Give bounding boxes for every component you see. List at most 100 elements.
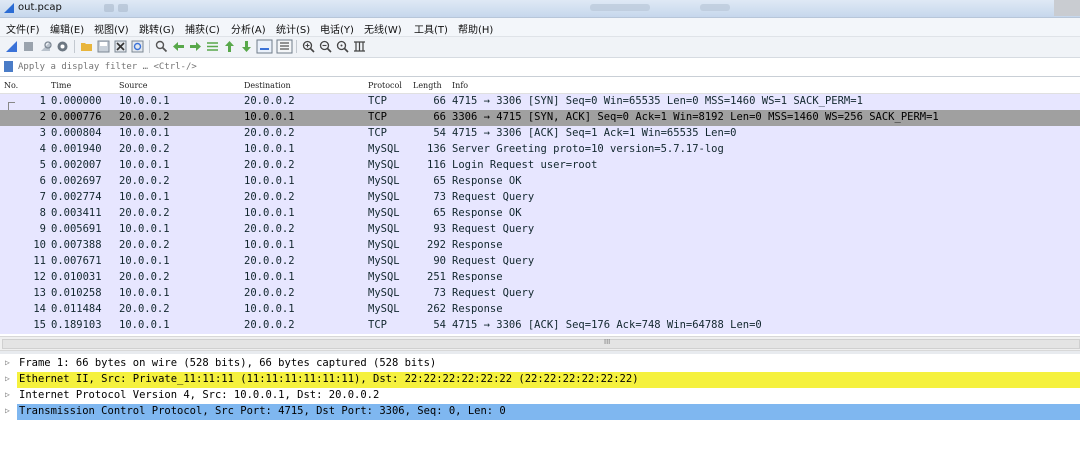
options-icon[interactable] [55, 39, 70, 54]
packet-time: 0.001940 [51, 143, 102, 155]
menu-analyze[interactable]: 分析(A) [231, 21, 266, 36]
packet-source: 10.0.0.1 [119, 255, 170, 267]
expand-arrow-icon[interactable]: ▷ [5, 358, 10, 367]
display-filter-input[interactable] [16, 58, 1080, 75]
packet-info: Response [452, 303, 503, 315]
column-header-destination[interactable]: Destination [244, 81, 291, 90]
column-header-protocol[interactable]: Protocol [368, 81, 402, 90]
detail-row-ipv4[interactable]: ▷ Internet Protocol Version 4, Src: 10.0… [0, 388, 1080, 404]
toolbar-separator [296, 40, 297, 53]
back-icon[interactable] [171, 39, 186, 54]
forward-icon[interactable] [188, 39, 203, 54]
detail-row-ethernet[interactable]: ▷ Ethernet II, Src: Private_11:11:11 (11… [0, 372, 1080, 388]
menu-statistics[interactable]: 统计(S) [276, 21, 310, 36]
packet-destination: 20.0.0.2 [244, 223, 295, 235]
first-icon[interactable] [222, 39, 237, 54]
close-file-icon[interactable] [113, 39, 128, 54]
packet-row[interactable]: 10 0.007388 20.0.0.2 10.0.0.1 MySQL 292 … [0, 238, 1080, 254]
expand-arrow-icon[interactable]: ▷ [5, 406, 10, 415]
goto-icon[interactable] [205, 39, 220, 54]
packet-row[interactable]: 1 0.000000 10.0.0.1 20.0.0.2 TCP 66 4715… [0, 94, 1080, 111]
packet-row[interactable]: 15 0.189103 10.0.0.1 20.0.0.2 TCP 54 471… [0, 318, 1080, 334]
close-window-button[interactable] [1054, 0, 1080, 16]
packet-row[interactable]: 7 0.002774 10.0.0.1 20.0.0.2 MySQL 73 Re… [0, 190, 1080, 206]
quick-access-icon [118, 4, 128, 12]
packet-info: 4715 → 3306 [ACK] Seq=1 Ack=1 Win=65535 … [452, 127, 737, 139]
packet-details-pane: ▷ Frame 1: 66 bytes on wire (528 bits), … [0, 355, 1080, 469]
packet-destination: 10.0.0.1 [244, 143, 295, 155]
packet-protocol: MySQL [368, 143, 400, 155]
bookmark-icon[interactable] [4, 61, 13, 72]
packet-no: 3 [39, 127, 46, 139]
menu-wireless[interactable]: 无线(W) [364, 21, 402, 36]
packet-destination: 10.0.0.1 [244, 111, 295, 123]
expand-arrow-icon[interactable]: ▷ [5, 374, 10, 383]
expand-arrow-icon[interactable]: ▷ [5, 390, 10, 399]
packet-source: 20.0.0.2 [119, 207, 170, 219]
menu-tools[interactable]: 工具(T) [414, 21, 448, 36]
autoscroll-icon[interactable] [256, 39, 273, 54]
colorize-icon[interactable] [276, 39, 293, 54]
zoom-normal-icon[interactable] [335, 39, 350, 54]
packet-length: 65 [433, 175, 446, 187]
menu-capture[interactable]: 捕获(C) [185, 21, 220, 36]
detail-text: Internet Protocol Version 4, Src: 10.0.0… [19, 389, 380, 401]
save-icon[interactable] [96, 39, 111, 54]
packet-info: Request Query [452, 191, 535, 203]
packet-row[interactable]: 12 0.010031 20.0.0.2 10.0.0.1 MySQL 251 … [0, 270, 1080, 286]
packet-length: 292 [427, 239, 446, 251]
resize-columns-icon[interactable] [352, 39, 367, 54]
main-toolbar [0, 37, 1080, 58]
menu-telephony[interactable]: 电话(Y) [320, 21, 354, 36]
packet-row[interactable]: 5 0.002007 10.0.0.1 20.0.0.2 MySQL 116 L… [0, 158, 1080, 174]
last-icon[interactable] [239, 39, 254, 54]
open-icon[interactable] [79, 39, 94, 54]
packet-row[interactable]: 8 0.003411 20.0.0.2 10.0.0.1 MySQL 65 Re… [0, 206, 1080, 222]
packet-time: 0.000804 [51, 127, 102, 139]
packet-row[interactable]: 4 0.001940 20.0.0.2 10.0.0.1 MySQL 136 S… [0, 142, 1080, 158]
detail-row-tcp[interactable]: ▷ Transmission Control Protocol, Src Por… [0, 404, 1080, 420]
packet-protocol: MySQL [368, 255, 400, 267]
menu-help[interactable]: 帮助(H) [458, 21, 493, 36]
restart-icon[interactable] [38, 39, 53, 54]
scrollbar-thumb[interactable] [2, 339, 1080, 349]
menu-go[interactable]: 跳转(G) [139, 21, 175, 36]
menu-edit[interactable]: 编辑(E) [50, 21, 84, 36]
zoom-out-icon[interactable] [318, 39, 333, 54]
title-bar: out.pcap [0, 0, 1080, 18]
packet-row[interactable]: 11 0.007671 10.0.0.1 20.0.0.2 MySQL 90 R… [0, 254, 1080, 270]
menu-view[interactable]: 视图(V) [94, 21, 129, 36]
packet-row-selected[interactable]: 2 0.000776 20.0.0.2 10.0.0.1 TCP 66 3306… [0, 110, 1080, 126]
find-icon[interactable] [154, 39, 169, 54]
packet-protocol: MySQL [368, 191, 400, 203]
shark-fin-icon[interactable] [4, 39, 19, 54]
packet-protocol: MySQL [368, 159, 400, 171]
menu-file[interactable]: 文件(F) [6, 21, 40, 36]
column-header-length[interactable]: Length [413, 81, 442, 90]
stop-icon[interactable] [21, 39, 36, 54]
column-header-info[interactable]: Info [452, 81, 468, 90]
column-header-source[interactable]: Source [119, 81, 148, 90]
packet-destination: 10.0.0.1 [244, 207, 295, 219]
detail-row-frame[interactable]: ▷ Frame 1: 66 bytes on wire (528 bits), … [0, 356, 1080, 372]
column-header-time[interactable]: Time [51, 81, 71, 90]
pane-splitter[interactable] [0, 351, 1080, 354]
reload-icon[interactable] [130, 39, 145, 54]
packet-source: 20.0.0.2 [119, 271, 170, 283]
packet-row[interactable]: 14 0.011484 20.0.0.2 10.0.0.1 MySQL 262 … [0, 302, 1080, 318]
packet-no: 7 [39, 191, 46, 203]
column-header-no[interactable]: No. [4, 81, 18, 90]
packet-source: 10.0.0.1 [119, 319, 170, 331]
packet-info: Response OK [452, 175, 522, 187]
packet-length: 251 [427, 271, 446, 283]
packet-protocol: TCP [368, 319, 387, 331]
packet-row[interactable]: 13 0.010258 10.0.0.1 20.0.0.2 MySQL 73 R… [0, 286, 1080, 302]
packet-destination: 20.0.0.2 [244, 95, 295, 107]
packet-info: Response [452, 271, 503, 283]
packet-list-hscrollbar[interactable]: III [0, 336, 1080, 351]
packet-row[interactable]: 3 0.000804 10.0.0.1 20.0.0.2 TCP 54 4715… [0, 126, 1080, 142]
packet-row[interactable]: 6 0.002697 20.0.0.2 10.0.0.1 MySQL 65 Re… [0, 174, 1080, 190]
zoom-in-icon[interactable] [301, 39, 316, 54]
packet-row[interactable]: 9 0.005691 10.0.0.1 20.0.0.2 MySQL 93 Re… [0, 222, 1080, 238]
packet-info: 4715 → 3306 [SYN] Seq=0 Win=65535 Len=0 … [452, 95, 863, 107]
